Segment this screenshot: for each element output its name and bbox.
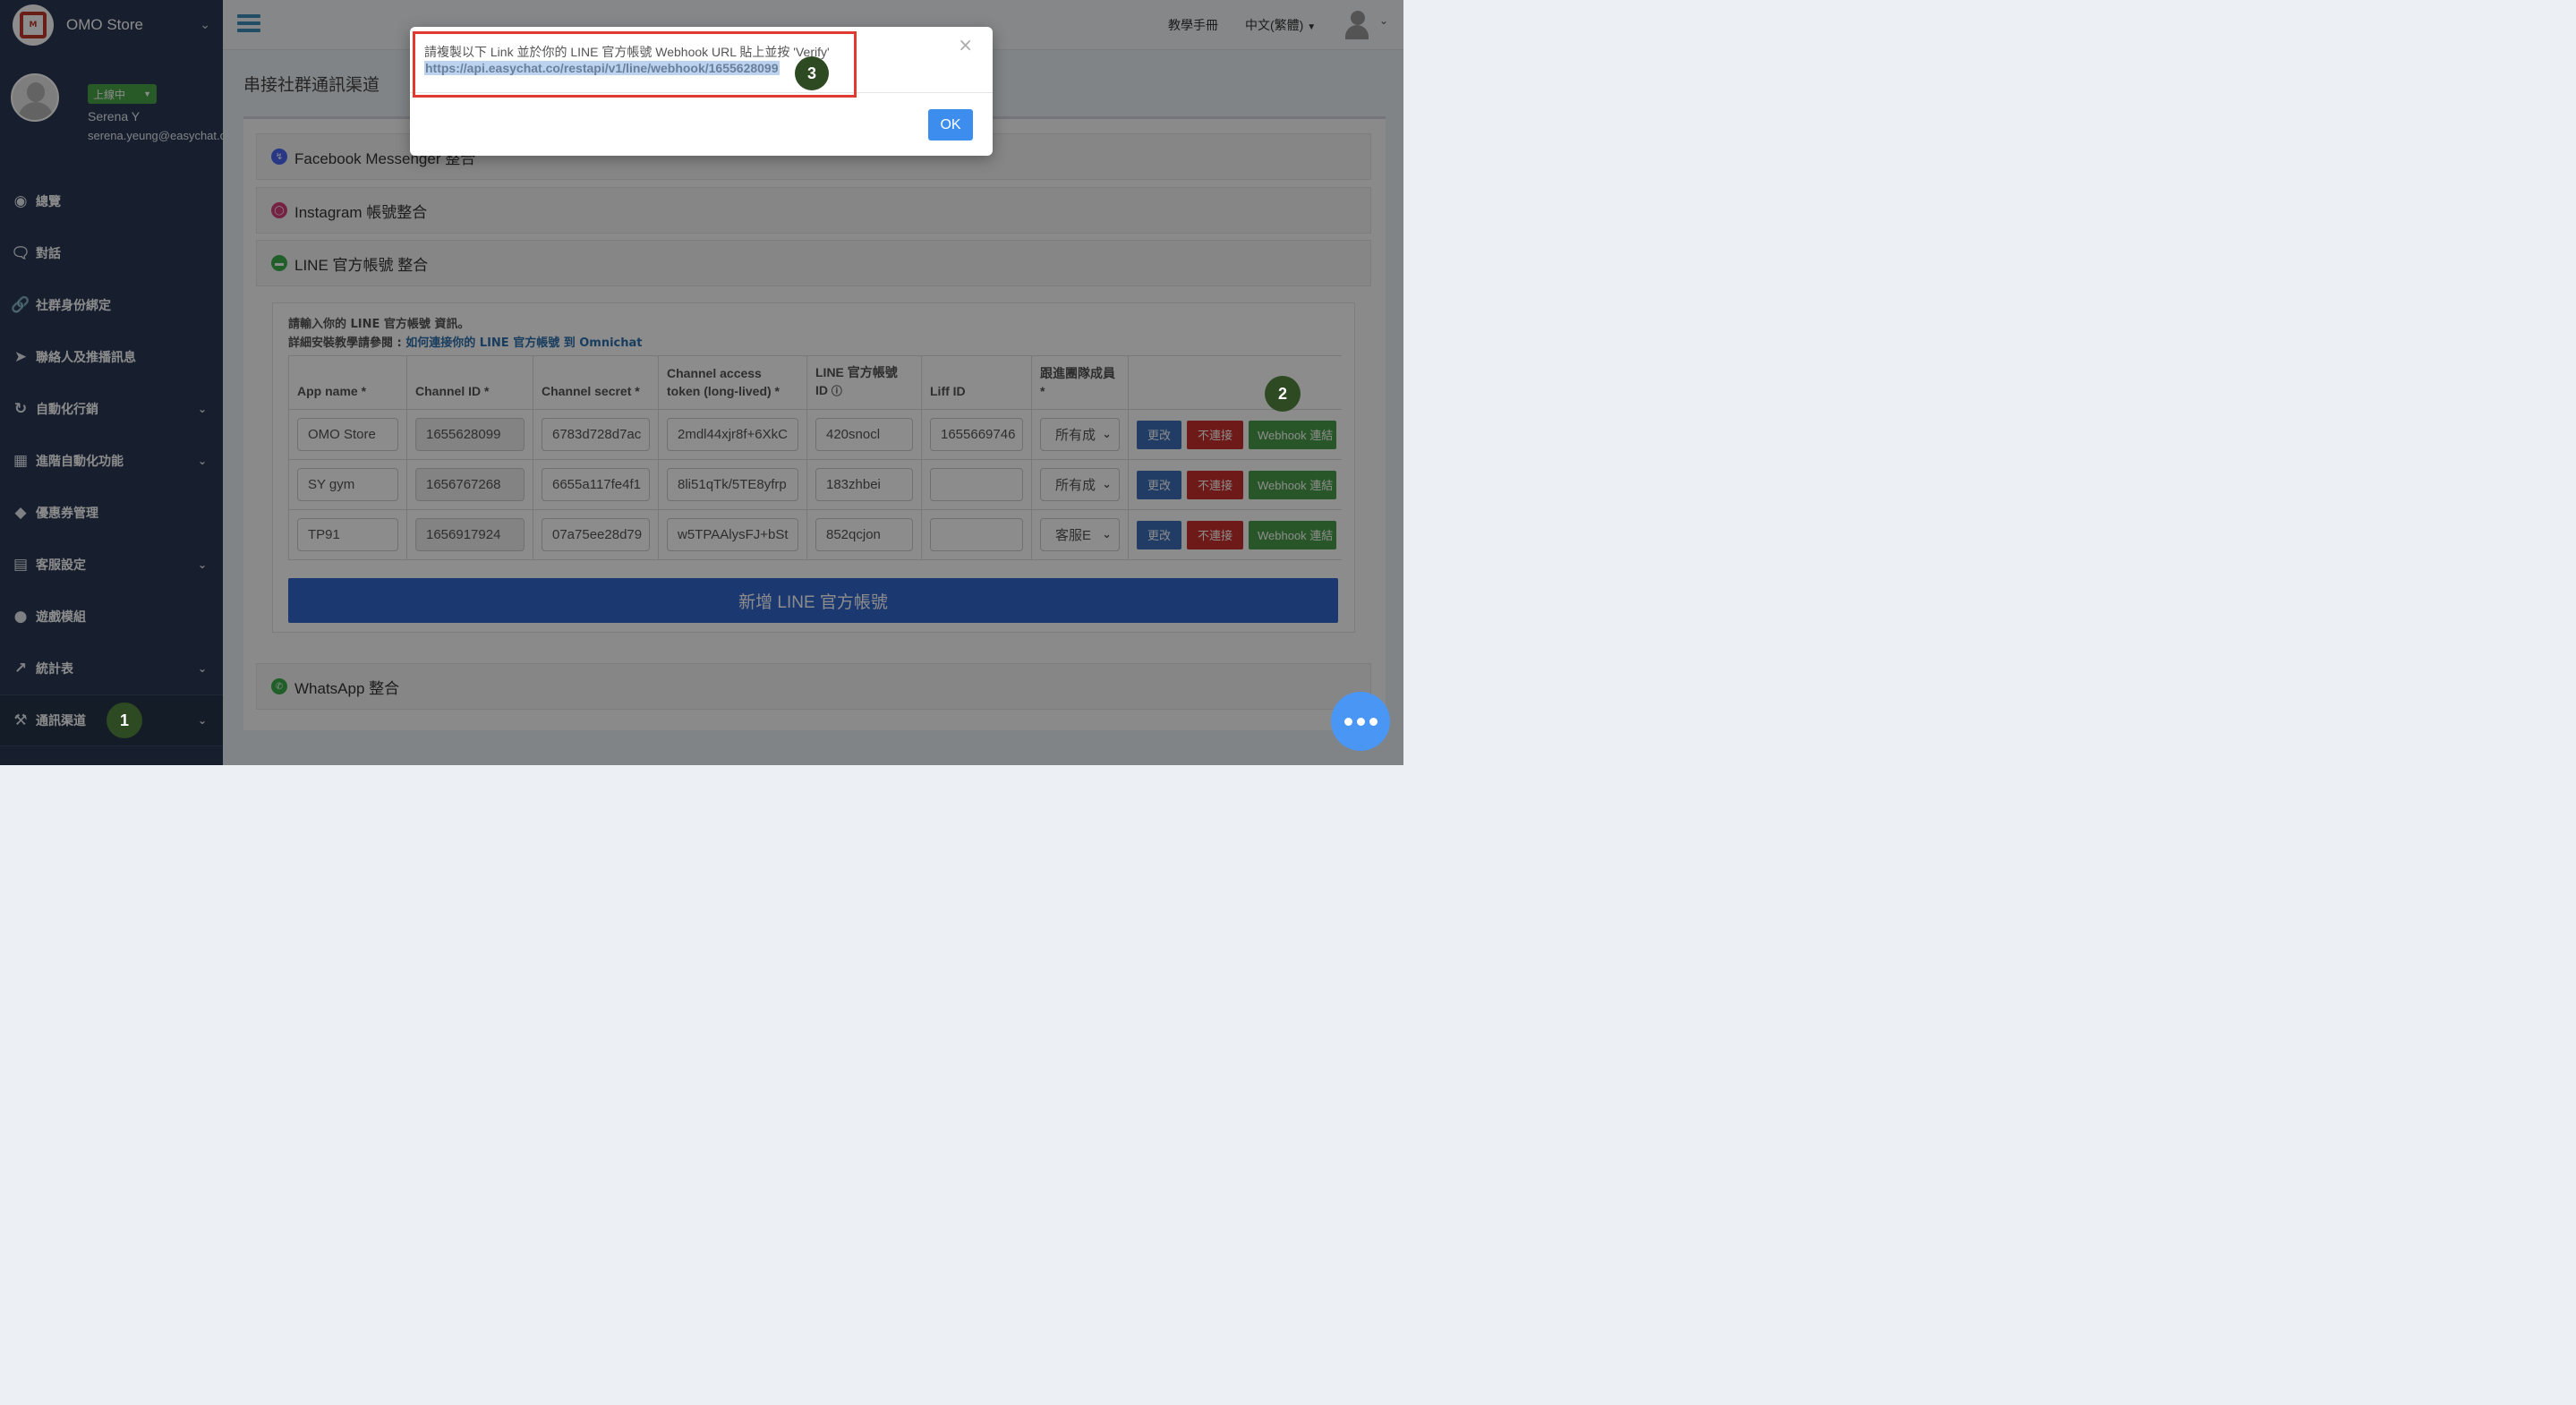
- close-icon[interactable]: ×: [958, 34, 973, 55]
- annotation-highlight-box: [413, 31, 857, 98]
- step-badge-2: 2: [1265, 376, 1301, 412]
- dot-icon: [1356, 717, 1365, 726]
- dot-icon: [1343, 717, 1352, 726]
- dot-icon: [1369, 717, 1378, 726]
- step-badge-1: 1: [107, 702, 142, 738]
- ok-button[interactable]: OK: [928, 109, 973, 140]
- step-badge-3: 3: [795, 56, 829, 90]
- chat-widget-button[interactable]: [1331, 692, 1390, 751]
